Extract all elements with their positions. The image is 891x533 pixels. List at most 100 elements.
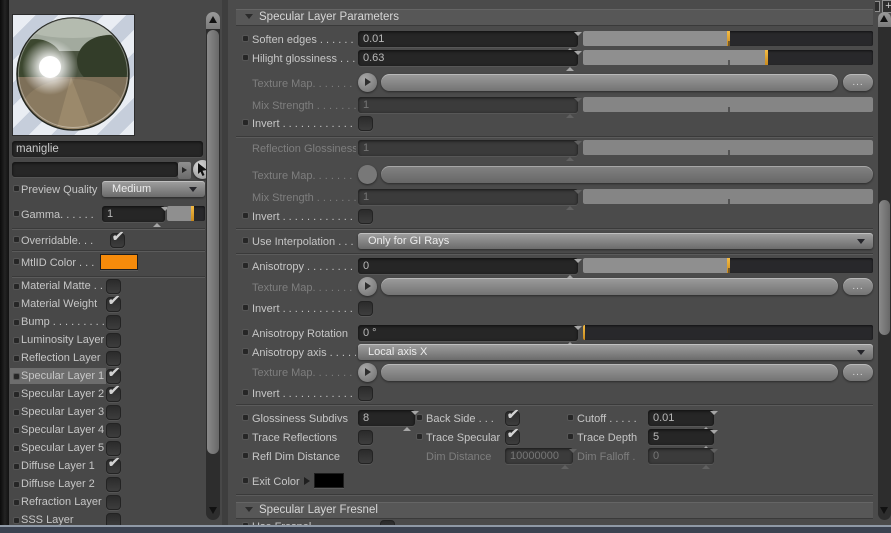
invert-2-checkbox[interactable] xyxy=(358,209,373,224)
slider-notch xyxy=(728,41,730,46)
layer-checkbox[interactable] xyxy=(106,315,121,330)
texture-map-4-browse-button[interactable]: ... xyxy=(843,364,873,381)
glossiness-subdivs-field[interactable]: 8 xyxy=(358,410,419,431)
layer-row-refraction-layer[interactable]: Refraction Layer xyxy=(9,495,209,513)
layer-checkbox[interactable]: ✔ xyxy=(106,292,121,312)
trace-reflections-label: Trace Reflections xyxy=(252,432,338,444)
gamma-slider[interactable] xyxy=(167,206,205,221)
use-interpolation-dropdown[interactable]: Only for GI Rays xyxy=(358,233,873,249)
anisotropy-stepper[interactable] xyxy=(566,259,582,279)
anisotropy-rotation-field[interactable]: 0 ° xyxy=(358,325,582,346)
layer-dot xyxy=(13,301,20,308)
slider-fill xyxy=(583,50,766,65)
mix-strength-2-value: 1 xyxy=(363,191,370,203)
dim-falloff-field: 0 xyxy=(648,448,718,469)
layer-label: Material Matte . . xyxy=(21,280,103,292)
hilight-glossiness-stepper[interactable] xyxy=(566,51,582,71)
material-preview[interactable] xyxy=(12,14,135,136)
anisotropy-rotation-stepper[interactable] xyxy=(566,326,582,346)
layer-label: SSS Layer xyxy=(21,514,74,525)
hilight-glossiness-slider[interactable] xyxy=(583,50,873,65)
layer-checkbox[interactable] xyxy=(106,513,121,525)
layer-row-sss-layer[interactable]: SSS Layer xyxy=(9,513,209,525)
refl-dim-distance-dot xyxy=(242,452,249,459)
texture-map-3-browse-button[interactable]: ... xyxy=(843,278,873,295)
check-mark-icon: ✔ xyxy=(106,382,121,398)
layer-row-diffuse-layer-1[interactable]: Diffuse Layer 1 ✔ xyxy=(9,454,209,477)
layer-checkbox[interactable] xyxy=(106,495,121,510)
material-attributes-panel: Preview Quality Medium Gamma. . . . . . … xyxy=(9,0,222,525)
soften-edges-slider[interactable] xyxy=(583,31,873,46)
preview-quality-dropdown[interactable]: Medium xyxy=(102,181,205,197)
invert-4-checkbox[interactable] xyxy=(358,386,373,401)
shader-popup-button[interactable] xyxy=(178,162,191,179)
exit-color-expand-icon[interactable] xyxy=(304,477,310,485)
trace-depth-stepper[interactable] xyxy=(702,430,718,450)
gamma-field[interactable]: 1 xyxy=(102,206,169,227)
material-name-input[interactable] xyxy=(12,141,203,157)
texture-map-1-field[interactable] xyxy=(381,74,838,91)
invert-1-checkbox[interactable] xyxy=(358,116,373,131)
texture-map-1-browse-button[interactable]: ... xyxy=(843,74,873,91)
invert-3-checkbox[interactable] xyxy=(358,301,373,316)
mtlid-color-swatch[interactable] xyxy=(100,254,138,270)
layer-dot xyxy=(13,283,20,290)
soften-edges-field[interactable]: 0.01 xyxy=(358,31,582,52)
anisotropy-rotation-slider[interactable] xyxy=(583,325,873,340)
cutoff-field[interactable]: 0.01 xyxy=(648,410,718,431)
scroll-down-arrow-icon[interactable] xyxy=(880,507,888,514)
anisotropy-label: Anisotropy . . . . . . . . xyxy=(252,261,353,273)
layer-checkbox[interactable] xyxy=(106,333,121,348)
trace-depth-field[interactable]: 5 xyxy=(648,429,718,450)
layer-row-diffuse-layer-2[interactable]: Diffuse Layer 2 xyxy=(9,477,209,495)
texture-map-3-popup-button[interactable] xyxy=(358,277,377,296)
layer-checkbox[interactable] xyxy=(106,423,121,438)
trace-reflections-checkbox[interactable] xyxy=(358,430,373,445)
exit-color-swatch[interactable] xyxy=(314,473,344,488)
slider-fill xyxy=(583,31,728,46)
texture-map-1-popup-button[interactable] xyxy=(358,73,377,92)
anisotropy-field[interactable]: 0 xyxy=(358,258,582,279)
layer-row-specular-layer-2[interactable]: Specular Layer 2 ✔ xyxy=(9,382,209,405)
reflection-glossiness-label: Reflection Glossiness xyxy=(252,143,356,155)
texture-map-4-popup-button[interactable] xyxy=(358,363,377,382)
layer-row-material-weight[interactable]: Material Weight ✔ xyxy=(9,292,209,315)
layer-dot xyxy=(13,481,20,488)
layer-row-bump[interactable]: Bump . . . . . . . . . xyxy=(9,315,209,333)
section-header-specular-fresnel[interactable]: Specular Layer Fresnel xyxy=(236,502,873,519)
right-scrollbar-thumb[interactable] xyxy=(879,200,890,335)
anisotropy-slider[interactable] xyxy=(583,258,873,273)
layer-row-specular-layer-3[interactable]: Specular Layer 3 xyxy=(9,405,209,423)
layer-checkbox[interactable]: ✔ xyxy=(106,454,121,474)
layer-row-luminosity-layer[interactable]: Luminosity Layer xyxy=(9,333,209,351)
refl-dim-distance-checkbox[interactable] xyxy=(358,449,373,464)
dim-distance-stepper xyxy=(561,449,577,469)
texture-map-4-field[interactable] xyxy=(381,364,838,381)
layer-checkbox[interactable] xyxy=(106,405,121,420)
overridable-label: Overridable. . . xyxy=(21,235,94,247)
hilight-glossiness-field[interactable]: 0.63 xyxy=(358,50,582,71)
soften-edges-stepper[interactable] xyxy=(566,32,582,52)
left-scrollbar-thumb[interactable] xyxy=(207,30,219,454)
anisotropy-axis-dropdown[interactable]: Local axis X xyxy=(358,344,873,360)
texture-map-3-field[interactable] xyxy=(381,278,838,295)
mix-strength-2-field: 1 xyxy=(358,189,582,210)
overridable-dot xyxy=(13,236,20,243)
shader-link-field[interactable] xyxy=(12,162,178,177)
section-header-specular-parameters[interactable]: Specular Layer Parameters xyxy=(236,9,873,26)
back-side-checkbox[interactable]: ✔ xyxy=(505,406,520,426)
layer-checkbox[interactable]: ✔ xyxy=(106,382,121,402)
scroll-down-arrow-icon[interactable] xyxy=(208,507,217,514)
trace-specular-checkbox[interactable]: ✔ xyxy=(505,425,520,445)
window-bottom-edge xyxy=(0,525,891,533)
layer-label: Specular Layer 2 xyxy=(21,388,105,400)
cutoff-stepper[interactable] xyxy=(702,411,718,431)
glossiness-subdivs-stepper[interactable] xyxy=(403,411,419,431)
layer-row-specular-layer-4[interactable]: Specular Layer 4 xyxy=(9,423,209,441)
gamma-stepper[interactable] xyxy=(153,207,169,227)
separator xyxy=(12,250,205,252)
overridable-checkbox[interactable]: ✔ xyxy=(110,228,125,248)
anisotropy-rotation-dot xyxy=(242,329,249,336)
layer-checkbox[interactable] xyxy=(106,477,121,492)
preview-quality-dot xyxy=(13,185,20,192)
